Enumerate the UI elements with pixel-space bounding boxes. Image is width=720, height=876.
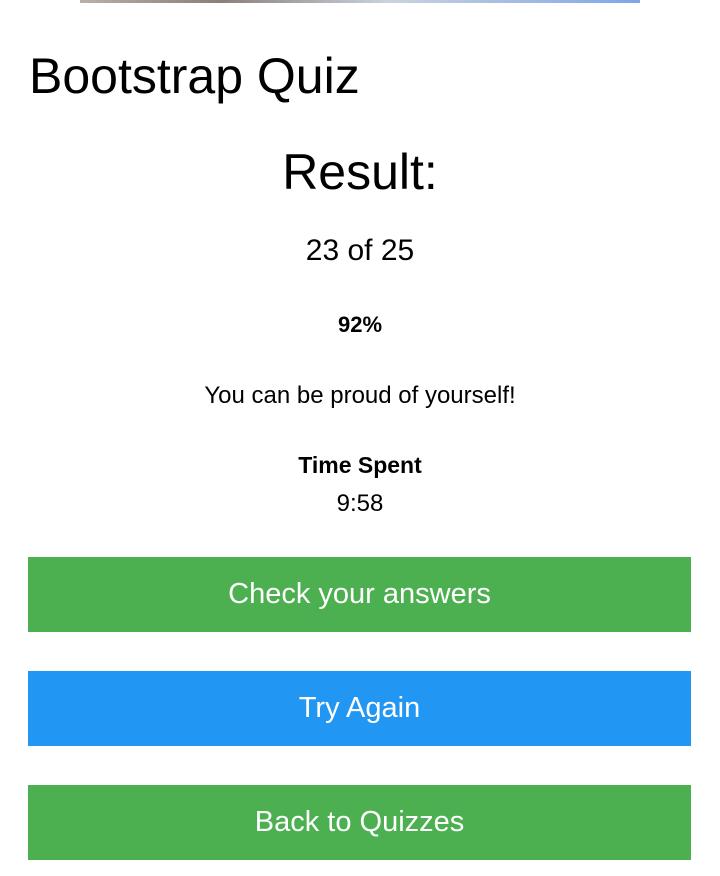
try-again-button[interactable]: Try Again bbox=[28, 671, 691, 746]
back-to-quizzes-button[interactable]: Back to Quizzes bbox=[28, 785, 691, 860]
score-text: 23 of 25 bbox=[305, 234, 415, 267]
result-heading: Result: bbox=[282, 144, 438, 200]
score-percent: 92% bbox=[337, 312, 383, 337]
time-spent-value: 9:58 bbox=[336, 490, 384, 517]
time-spent-label: Time Spent bbox=[298, 452, 422, 478]
page-title: Bootstrap Quiz bbox=[29, 48, 360, 104]
result-message: You can be proud of yourself! bbox=[204, 382, 516, 409]
check-answers-button[interactable]: Check your answers bbox=[28, 557, 691, 632]
top-banner-image bbox=[80, 0, 640, 3]
